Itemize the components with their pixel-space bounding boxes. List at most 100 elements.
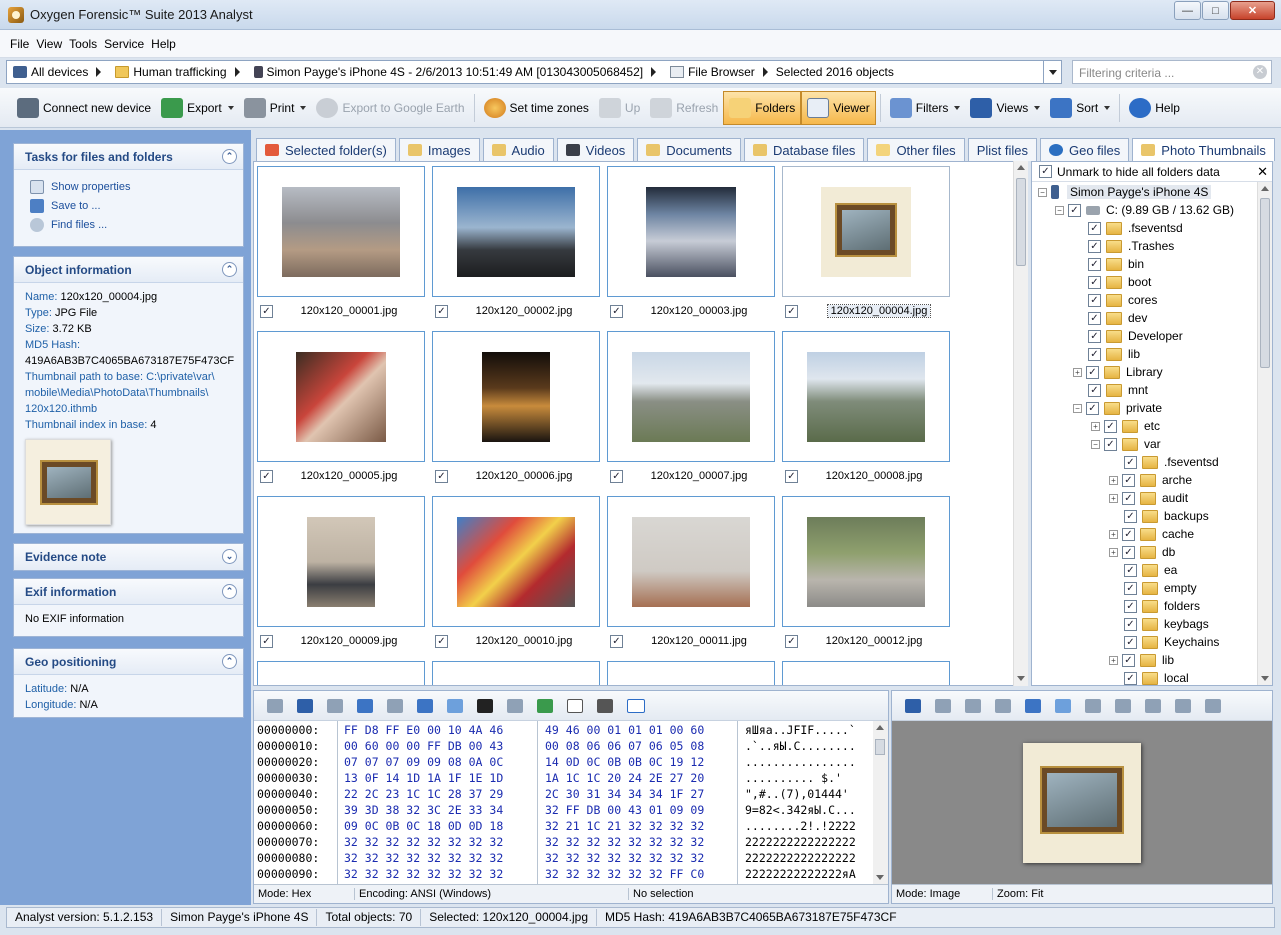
thumbnail-frame[interactable] <box>432 166 600 297</box>
thumbnail-frame[interactable] <box>257 661 425 685</box>
thumbnail-frame[interactable] <box>257 496 425 627</box>
tree-folder-node[interactable]: − ✓ private <box>1073 399 1162 417</box>
thumbnail-item[interactable]: ✓ 120x120_00003.jpg <box>607 166 775 326</box>
thumbnail-frame[interactable] <box>782 496 950 627</box>
tree-drive-node[interactable]: − ✓ C: (9.89 GB / 13.62 GB) <box>1055 201 1234 219</box>
menu-view[interactable]: View <box>36 37 62 51</box>
tree-folder-node[interactable]: ✓ Developer <box>1088 327 1183 345</box>
thumbnail-frame[interactable] <box>257 166 425 297</box>
thumbnail-item[interactable] <box>782 661 950 685</box>
tree-checkbox[interactable]: ✓ <box>1122 527 1135 541</box>
scroll-up-icon[interactable] <box>1261 186 1269 191</box>
thumbnail-checkbox[interactable]: ✓ <box>260 469 273 483</box>
image-preview-area[interactable] <box>892 721 1272 885</box>
minimize-button[interactable]: — <box>1174 1 1201 20</box>
thumbnail-item[interactable] <box>257 661 425 685</box>
chevron-right-icon[interactable] <box>96 67 102 77</box>
thumbnail-item[interactable]: ✓ 120x120_00011.jpg <box>607 496 775 656</box>
export-google-earth-button[interactable]: Export to Google Earth <box>311 91 469 125</box>
find-files-link[interactable]: Find files ... <box>30 217 232 233</box>
thumbnail-item[interactable]: ✓ 120x120_00007.jpg <box>607 331 775 491</box>
collapse-icon[interactable]: ⌃ <box>222 654 237 669</box>
thumbnail-frame[interactable] <box>432 661 600 685</box>
menu-tools[interactable]: Tools <box>69 37 97 51</box>
thumbnail-checkbox[interactable]: ✓ <box>785 304 798 318</box>
tree-folder-node[interactable]: ✓ mnt <box>1088 381 1148 399</box>
menu-service[interactable]: Service <box>104 37 144 51</box>
thumbnail-frame[interactable] <box>607 661 775 685</box>
tree-checkbox[interactable]: ✓ <box>1088 239 1101 253</box>
collapse-node-icon[interactable]: − <box>1073 403 1082 413</box>
tree-folder-node[interactable]: ✓ .fseventsd <box>1088 219 1183 237</box>
folders-button[interactable]: Folders <box>723 90 802 125</box>
breadcrumb-device[interactable]: Simon Payge's iPhone 4S - 2/6/2013 10:51… <box>248 65 643 79</box>
tree-folder-node[interactable]: + ✓ arche <box>1109 471 1192 489</box>
breadcrumb-all-devices[interactable]: All devices <box>7 65 88 79</box>
thumbnail-item[interactable] <box>432 661 600 685</box>
chevron-right-icon[interactable] <box>651 67 657 77</box>
tree-folder-node[interactable]: ✓ cores <box>1088 291 1157 309</box>
binoculars-icon[interactable] <box>1085 698 1101 713</box>
tab-plist-files[interactable]: Plist files <box>967 138 1037 161</box>
thumbnail-checkbox[interactable]: ✓ <box>260 304 273 318</box>
hex-content[interactable]: 00000000: FF D8 FF E0 00 10 4A 46 49 46 00… <box>254 721 888 885</box>
thumbnail-frame[interactable] <box>257 331 425 462</box>
thumbnail-item[interactable]: ✓ 120x120_00008.jpg <box>782 331 950 491</box>
thumbnail-item[interactable]: ✓ 120x120_00004.jpg <box>782 166 950 326</box>
thumbnail-frame[interactable] <box>782 661 950 685</box>
thumbnail-frame[interactable] <box>432 331 600 462</box>
scroll-thumb[interactable] <box>1016 178 1026 266</box>
tab-photo-thumbnails[interactable]: Photo Thumbnails <box>1132 138 1275 161</box>
thumbnail-frame[interactable] <box>607 166 775 297</box>
tree-folder-node[interactable]: ✓ local <box>1124 669 1189 685</box>
tree-checkbox[interactable]: ✓ <box>1122 473 1135 487</box>
hide-all-checkbox[interactable]: ✓ <box>1039 165 1052 178</box>
tab-images[interactable]: Images <box>398 138 480 161</box>
stop-icon[interactable] <box>507 698 523 713</box>
menu-help[interactable]: Help <box>151 37 176 51</box>
redo-icon[interactable] <box>1145 698 1161 713</box>
tree-folder-node[interactable]: + ✓ db <box>1109 543 1175 561</box>
tree-checkbox[interactable]: ✓ <box>1122 491 1135 505</box>
scroll-down-icon[interactable] <box>876 875 884 880</box>
tree-checkbox[interactable]: ✓ <box>1068 203 1081 217</box>
tree-folder-node[interactable]: ✓ boot <box>1088 273 1151 291</box>
tab-geo-files[interactable]: Geo files <box>1039 138 1130 161</box>
thumbnail-frame[interactable] <box>432 496 600 627</box>
sort-button[interactable]: Sort <box>1045 91 1115 125</box>
breadcrumb-case[interactable]: Human trafficking <box>109 65 227 79</box>
tree-folder-node[interactable]: − ✓ var <box>1091 435 1161 453</box>
maximize-button[interactable]: □ <box>1202 1 1229 20</box>
thumbnail-frame[interactable] <box>782 166 950 297</box>
collapse-icon[interactable]: ⌃ <box>222 149 237 164</box>
expand-node-icon[interactable]: + <box>1109 655 1118 665</box>
tree-folder-node[interactable]: + ✓ Library <box>1073 363 1163 381</box>
tree-folder-node[interactable]: ✓ empty <box>1124 579 1197 597</box>
thumbnail-frame[interactable] <box>607 496 775 627</box>
thumbnail-item[interactable]: ✓ 120x120_00009.jpg <box>257 496 425 656</box>
collapse-node-icon[interactable]: − <box>1091 439 1100 449</box>
thumbnail-checkbox[interactable]: ✓ <box>610 304 623 318</box>
scroll-up-icon[interactable] <box>1017 165 1025 170</box>
pin-icon[interactable] <box>327 698 343 713</box>
thumbnail-checkbox[interactable]: ✓ <box>435 304 448 318</box>
tree-folder-node[interactable]: ✓ .fseventsd <box>1124 453 1219 471</box>
tree-checkbox[interactable]: ✓ <box>1086 365 1099 379</box>
tree-checkbox[interactable]: ✓ <box>1124 599 1137 613</box>
thumbnail-item[interactable]: ✓ 120x120_00006.jpg <box>432 331 600 491</box>
breadcrumb-dropdown[interactable] <box>1043 61 1061 83</box>
thumbnail-item[interactable]: ✓ 120x120_00012.jpg <box>782 496 950 656</box>
tree-checkbox[interactable]: ✓ <box>1088 275 1101 289</box>
list-icon[interactable] <box>1205 698 1221 713</box>
tab-other-files[interactable]: Other files <box>867 138 965 161</box>
tree-folder-node[interactable]: ✓ Keychains <box>1124 633 1219 651</box>
save-icon[interactable] <box>447 698 463 713</box>
thumbnail-checkbox[interactable]: ✓ <box>260 634 273 648</box>
tab-documents[interactable]: Documents <box>637 138 742 161</box>
tab-videos[interactable]: Videos <box>556 138 635 161</box>
tree-device-node[interactable]: − Simon Payge's iPhone 4S <box>1038 183 1212 201</box>
tree-checkbox[interactable]: ✓ <box>1088 383 1101 397</box>
close-button[interactable]: ✕ <box>1230 1 1275 20</box>
thumbnail-item[interactable]: ✓ 120x120_00005.jpg <box>257 331 425 491</box>
scroll-down-icon[interactable] <box>1261 676 1269 681</box>
